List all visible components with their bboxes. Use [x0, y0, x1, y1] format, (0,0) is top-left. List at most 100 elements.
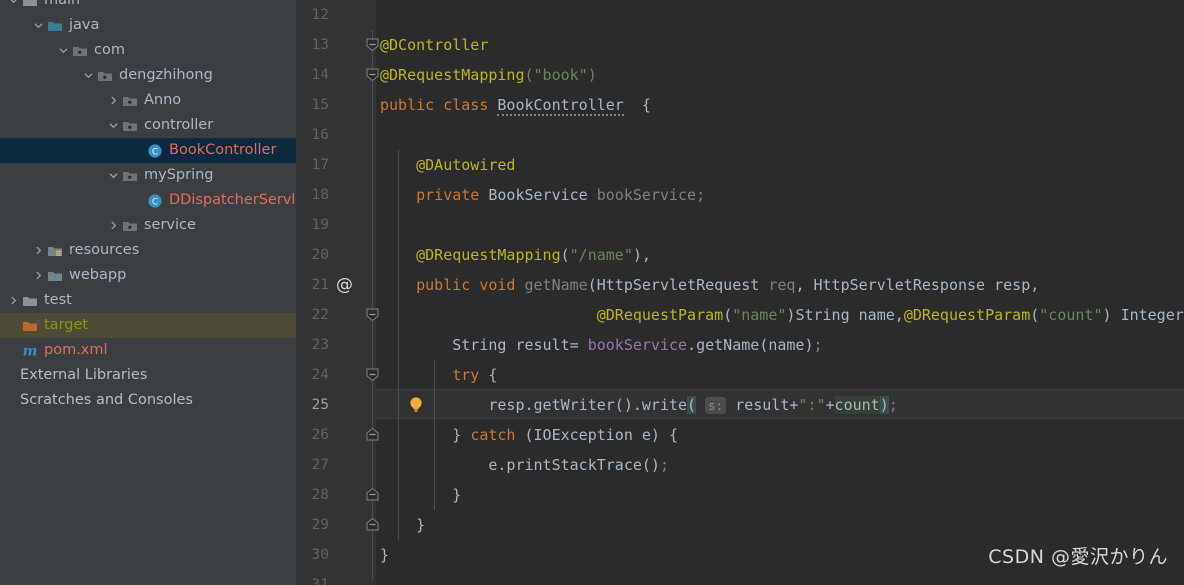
- code-token: "book": [533, 66, 588, 84]
- tree-item-bookcontroller[interactable]: C BookController: [0, 138, 296, 163]
- annotation-gutter-icon[interactable]: @: [336, 270, 353, 300]
- chevron-right-icon[interactable]: [31, 270, 45, 281]
- folder-package-icon: [120, 118, 140, 134]
- code-token: ;: [659, 456, 669, 474]
- chevron-down-icon[interactable]: [106, 170, 120, 181]
- code-line: try {: [380, 360, 497, 390]
- tree-item-java[interactable]: java: [0, 13, 296, 38]
- code-token: (IOException e) {: [515, 426, 679, 444]
- folder-package-icon: [70, 43, 90, 59]
- tree-item-anno[interactable]: Anno: [0, 88, 296, 113]
- chevron-down-icon[interactable]: [81, 70, 95, 81]
- tree-item-label: controller: [144, 117, 214, 134]
- tree-item-myspring[interactable]: mySpring: [0, 163, 296, 188]
- code-token: @DRequestMapping: [380, 66, 525, 84]
- code-token: (: [759, 336, 769, 354]
- chevron-right-icon[interactable]: [31, 245, 45, 256]
- svg-text:m: m: [23, 343, 38, 358]
- code-line: }: [380, 540, 389, 570]
- line-number: 26: [311, 427, 329, 443]
- code-token: @DRequestMapping: [416, 246, 561, 264]
- code-line: @DAutowired: [380, 150, 515, 180]
- code-token: "name": [732, 306, 787, 324]
- code-line: private BookService bookService;: [380, 180, 705, 210]
- code-token: .: [687, 336, 697, 354]
- code-token: public: [416, 276, 480, 294]
- tree-item-label: resources: [69, 242, 140, 259]
- line-number: 19: [311, 217, 329, 233]
- code-token: try: [452, 366, 480, 384]
- code-token: (: [1030, 306, 1040, 324]
- editor-pane[interactable]: 12 13 14 15 16 17 18 19 20 21 22 23 24 25 26 27 28 29 30 31…: [296, 0, 1184, 585]
- tree-item-com[interactable]: com: [0, 38, 296, 63]
- folder-package-icon: [120, 168, 140, 184]
- tree-item-resources[interactable]: resources: [0, 238, 296, 263]
- java-class-icon: C: [145, 143, 165, 159]
- tree-item-scratches-and-consoles[interactable]: Scratches and Consoles: [0, 388, 296, 413]
- tree-item-ddispatcherservlet[interactable]: C DDispatcherServlet: [0, 188, 296, 213]
- line-number: 20: [311, 247, 329, 263]
- code-token: req: [768, 276, 796, 294]
- line-number: 22: [311, 307, 329, 323]
- code-token: (: [587, 276, 597, 294]
- line-number: 13: [311, 37, 329, 53]
- chevron-down-icon[interactable]: [6, 0, 20, 6]
- code-token: HttpServletRequest: [596, 276, 769, 294]
- tree-item-pom-xml[interactable]: m pom.xml: [0, 338, 296, 363]
- code-line: @DRequestParam("name")String name,@DRequ…: [380, 300, 1184, 330]
- tree-item-main[interactable]: main: [0, 0, 296, 13]
- code-token: HttpServletResponse: [813, 276, 995, 294]
- tree-item-target[interactable]: target: [0, 313, 296, 338]
- code-token: {: [479, 366, 498, 384]
- tree-item-external-libraries[interactable]: External Libraries: [0, 363, 296, 388]
- code-token: @DRequestParam: [903, 306, 1031, 324]
- tree-item-label: dengzhihong: [119, 67, 213, 84]
- code-line: resp.getWriter().write( s: result+":"+co…: [380, 390, 898, 420]
- chevron-right-icon[interactable]: [106, 95, 120, 106]
- identifier-usage-highlight: count: [834, 396, 880, 414]
- folder-excluded-icon: [20, 318, 40, 334]
- chevron-down-icon[interactable]: [31, 20, 45, 31]
- code-token: resp.getWriter().write: [380, 396, 688, 414]
- matching-paren: (: [687, 396, 697, 414]
- code-token: ),: [632, 246, 651, 264]
- code-token: public: [380, 96, 444, 114]
- tree-item-label: Anno: [144, 92, 182, 109]
- tree-item-service[interactable]: service: [0, 213, 296, 238]
- inlay-parameter-hint[interactable]: s:: [705, 397, 727, 414]
- line-number: 17: [311, 157, 329, 173]
- class-name-with-warning: BookController: [497, 96, 624, 116]
- tree-item-webapp[interactable]: webapp: [0, 263, 296, 288]
- editor-code-area[interactable]: @DController @DRequestMapping("book") publ…: [376, 0, 1184, 585]
- tree-item-dengzhihong[interactable]: dengzhihong: [0, 63, 296, 88]
- tree-item-controller[interactable]: controller: [0, 113, 296, 138]
- code-token: }: [380, 546, 390, 564]
- folder-package-icon: [120, 93, 140, 109]
- line-number: 28: [311, 487, 329, 503]
- code-token: String name,: [795, 306, 904, 324]
- chevron-down-icon[interactable]: [106, 120, 120, 131]
- tree-item-label: mySpring: [144, 167, 214, 184]
- chevron-right-icon[interactable]: [106, 220, 120, 231]
- line-number: 15: [311, 97, 329, 113]
- folder-source-icon: [45, 18, 65, 34]
- code-token: +: [825, 396, 835, 414]
- editor-gutter[interactable]: 12 13 14 15 16 17 18 19 20 21 22 23 24 25 26 27 28 29 30 31…: [296, 0, 379, 585]
- tree-item-test[interactable]: test: [0, 288, 296, 313]
- maven-file-icon: m: [20, 343, 40, 358]
- code-token: String result=: [452, 336, 588, 354]
- intention-bulb-icon[interactable]: [408, 390, 424, 420]
- project-tool-window[interactable]: main java com dengzhihong Anno controller C Boo…: [0, 0, 296, 585]
- folder-icon: [20, 293, 40, 309]
- ide-window: main java com dengzhihong Anno controller C Boo…: [0, 0, 1184, 585]
- code-token: (: [723, 306, 733, 324]
- folder-package-icon: [95, 68, 115, 84]
- code-line: String result= bookService.getName(name)…: [380, 330, 822, 360]
- chevron-down-icon[interactable]: [56, 45, 70, 56]
- code-line: @DController: [380, 30, 488, 60]
- chevron-right-icon[interactable]: [6, 295, 20, 306]
